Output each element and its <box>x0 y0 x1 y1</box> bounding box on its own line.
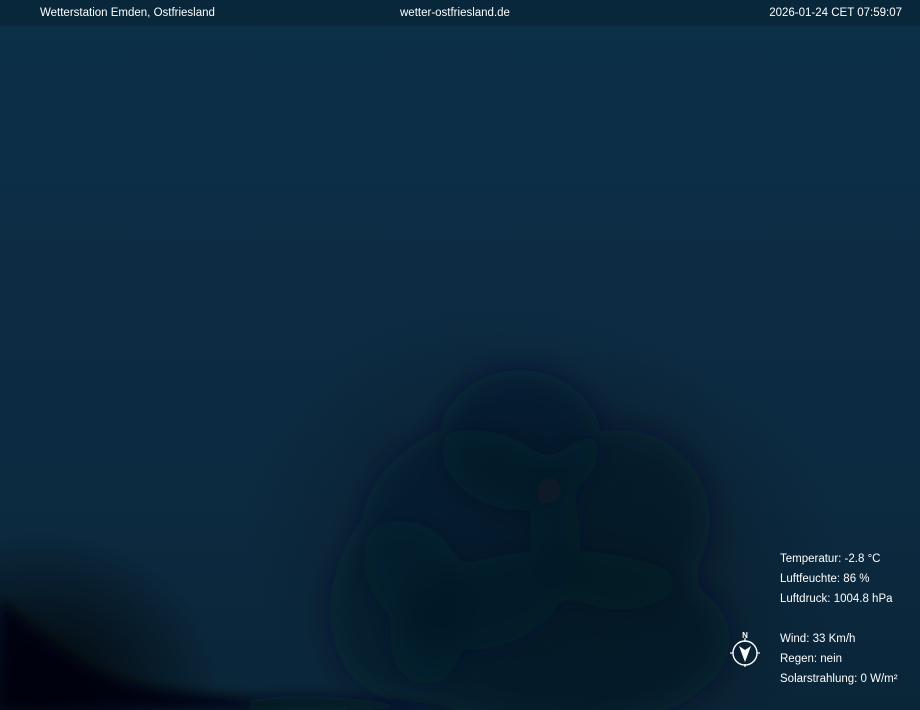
header-bar: Wetterstation Emden, Ostfriesland wetter… <box>0 0 920 26</box>
website-label: wetter-ostfriesland.de <box>400 7 510 19</box>
webcam-image: Wetterstation Emden, Ostfriesland wetter… <box>0 0 920 710</box>
timestamp: 2026-01-24 CET 07:59:07 <box>769 7 902 19</box>
rain-reading: Regen: nein <box>780 653 843 665</box>
humidity-reading: Luftfeuchte: 86 % <box>780 573 870 585</box>
station-name: Wetterstation Emden, Ostfriesland <box>40 7 215 19</box>
wind-direction-compass-icon: N <box>730 631 760 667</box>
wind-reading: Wind: 33 Km/h <box>780 633 856 645</box>
temperature-reading: Temperatur: -2.8 °C <box>780 553 881 565</box>
pressure-reading: Luftdruck: 1004.8 hPa <box>780 593 893 605</box>
solar-reading: Solarstrahlung: 0 W/m² <box>780 673 898 685</box>
weather-readings: Temperatur: -2.8 °C Luftfeuchte: 86 % Lu… <box>780 549 898 689</box>
tree-silhouette <box>330 370 730 710</box>
